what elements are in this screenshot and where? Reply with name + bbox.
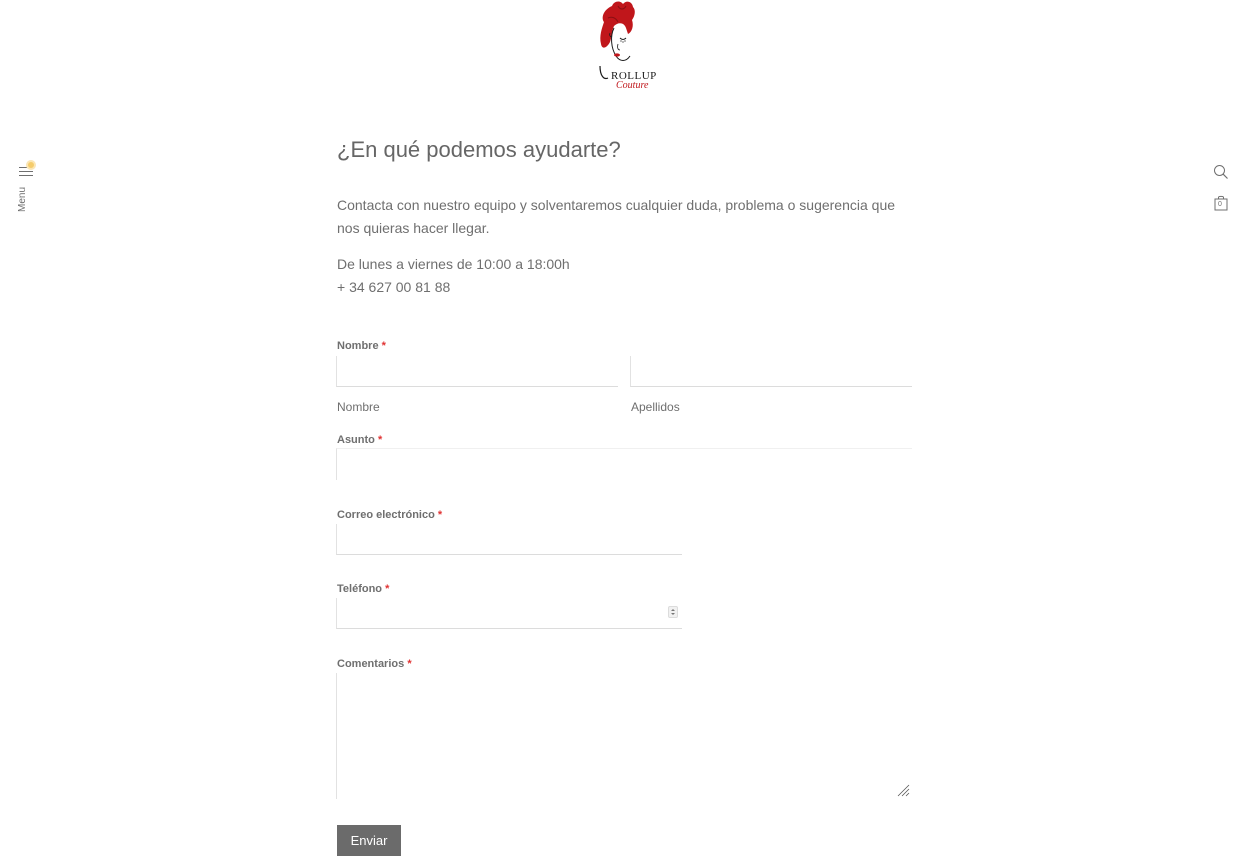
notification-dot xyxy=(26,160,36,170)
intro-text: Contacta con nuestro equipo y solventare… xyxy=(337,197,896,236)
required-mark: * xyxy=(385,583,390,595)
required-mark: * xyxy=(377,434,383,446)
opening-hours: De lunes a viernes de 10:00 a 18:00h + 3… xyxy=(337,253,912,299)
comments-textarea[interactable] xyxy=(336,673,912,799)
required-mark: * xyxy=(381,340,386,352)
first-name-input[interactable] xyxy=(336,356,618,387)
required-mark: * xyxy=(437,509,443,521)
last-name-sublabel: Apellidos xyxy=(631,400,680,414)
email-label-text: Correo electrónico xyxy=(337,509,435,521)
phone-label-text: Teléfono xyxy=(337,583,383,595)
brand-logo-sub: Couture xyxy=(616,80,649,91)
subject-label: Asunto * xyxy=(337,434,382,446)
first-name-sublabel: Nombre xyxy=(337,400,380,414)
required-mark: * xyxy=(407,658,412,670)
name-label-text: Nombre xyxy=(337,340,379,352)
cart-count-badge: 0 xyxy=(1218,201,1222,208)
submit-button[interactable]: Enviar xyxy=(337,825,401,856)
email-input[interactable] xyxy=(336,524,682,555)
comments-label-text: Comentarios xyxy=(337,658,405,670)
menu-button[interactable]: Menu xyxy=(14,160,44,220)
hours-text: De lunes a viernes de 10:00 a 18:00h xyxy=(337,256,570,272)
contact-intro: ¿En qué podemos ayudarte? Contacta con n… xyxy=(337,134,912,299)
phone-number: + 34 627 00 81 88 xyxy=(337,279,451,295)
resize-handle-icon[interactable] xyxy=(896,783,910,797)
name-label: Nombre * xyxy=(337,340,386,352)
number-spinner-icon[interactable] xyxy=(668,606,678,618)
phone-input[interactable] xyxy=(336,598,682,629)
phone-label: Teléfono * xyxy=(337,583,389,595)
subject-input[interactable] xyxy=(336,448,912,480)
email-label: Correo electrónico * xyxy=(337,509,442,521)
comments-label: Comentarios * xyxy=(337,658,412,670)
menu-label: Menu xyxy=(17,186,28,212)
search-icon[interactable] xyxy=(1213,164,1229,180)
last-name-input[interactable] xyxy=(630,356,912,387)
page-title: ¿En qué podemos ayudarte? xyxy=(337,137,621,162)
subject-label-text: Asunto xyxy=(337,434,375,446)
